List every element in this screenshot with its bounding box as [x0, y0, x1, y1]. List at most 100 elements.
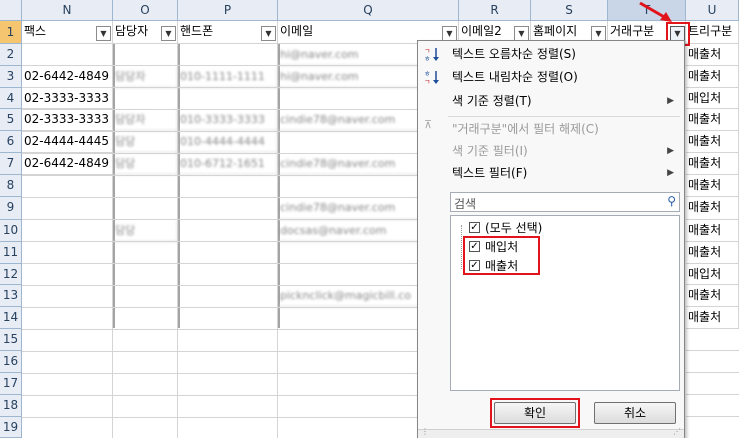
- tree-type-value: 매출처: [688, 47, 722, 61]
- tree-type-value: 매출처: [688, 178, 722, 192]
- row-header-4[interactable]: 4: [0, 88, 22, 109]
- row-header-6[interactable]: 6: [0, 131, 22, 153]
- row-header-1[interactable]: 1: [0, 21, 22, 44]
- table-cell[interactable]: 010-3333-3333: [178, 109, 278, 131]
- row-header-11[interactable]: 11: [0, 242, 22, 264]
- row-header-8[interactable]: 8: [0, 175, 22, 197]
- table-cell[interactable]: 02-3333-3333: [22, 88, 113, 109]
- list-item-select-all[interactable]: ✓ (모두 선택): [463, 219, 643, 237]
- mobile-value: 010-6712-1651: [180, 157, 265, 170]
- table-cell[interactable]: 매출처: [686, 242, 739, 264]
- header-label: 이메일2: [461, 24, 502, 38]
- table-cell[interactable]: 매출처: [686, 285, 739, 307]
- row-header-13[interactable]: 13: [0, 285, 22, 307]
- table-cell[interactable]: 담당: [113, 153, 178, 175]
- sort-ascending-icon: ㄱㅎ: [424, 46, 440, 63]
- row-header-9[interactable]: 9: [0, 197, 22, 220]
- table-cell[interactable]: 02-6442-4849: [22, 66, 113, 88]
- table-cell[interactable]: 담당: [113, 220, 178, 242]
- header-label: 담당자: [115, 24, 149, 38]
- menu-item-sort-by-color[interactable]: 색 기준 정렬(T) ▶: [418, 90, 684, 112]
- table-cell[interactable]: 02-6442-4849: [22, 153, 113, 175]
- filter-dropdown-r-icon[interactable]: ▼: [514, 26, 529, 41]
- table-cell[interactable]: 담당자: [113, 109, 178, 131]
- table-cell[interactable]: 매입처: [686, 264, 739, 285]
- table-cell[interactable]: 02-4444-4445: [22, 131, 113, 153]
- row-header-14[interactable]: 14: [0, 307, 22, 329]
- filter-dropdown-p-icon[interactable]: ▼: [261, 26, 276, 41]
- table-cell[interactable]: 02-3333-3333: [22, 109, 113, 131]
- row-header-3[interactable]: 3: [0, 66, 22, 88]
- table-cell[interactable]: 010-1111-1111: [178, 66, 278, 88]
- contact-value: 담당: [115, 224, 136, 237]
- header-label: 이메일: [280, 24, 314, 38]
- column-header-s[interactable]: S: [531, 0, 608, 21]
- row-header-5[interactable]: 5: [0, 109, 22, 131]
- mobile-value: 010-1111-1111: [180, 70, 265, 83]
- table-cell[interactable]: 매출처: [686, 175, 739, 197]
- menu-item-filter-by-color[interactable]: 색 기준 필터(I) ▶: [418, 140, 684, 162]
- row-header-2[interactable]: 2: [0, 44, 22, 66]
- fax-value: 02-6442-4849: [24, 156, 110, 170]
- table-cell[interactable]: 매입처: [686, 88, 739, 109]
- resize-grip[interactable]: ⋮ ⋰: [418, 427, 684, 438]
- checkbox-select-all[interactable]: ✓: [469, 222, 480, 233]
- header-cell-tree-type[interactable]: 트리구분: [686, 21, 739, 44]
- column-header-o[interactable]: O: [113, 0, 178, 21]
- row-header-15[interactable]: 15: [0, 329, 22, 351]
- menu-item-clear-filter[interactable]: ⊼ "거래구분"에서 필터 해제(C): [418, 118, 684, 140]
- select-all-corner[interactable]: [0, 0, 22, 21]
- email-value: docsas@naver.com: [280, 224, 387, 237]
- tree-type-value: 매출처: [688, 134, 722, 148]
- row-header-7[interactable]: 7: [0, 153, 22, 175]
- table-cell[interactable]: 매출처: [686, 66, 739, 88]
- table-cell[interactable]: 매출처: [686, 197, 739, 220]
- menu-item-sort-asc[interactable]: ㄱㅎ 텍스트 오름차순 정렬(S): [418, 43, 684, 65]
- filter-dropdown-n-icon[interactable]: ▼: [96, 26, 111, 41]
- menu-item-label: 텍스트 내림차순 정렬(O): [452, 70, 578, 84]
- table-cell[interactable]: 담당: [113, 131, 178, 153]
- contact-value: 담당자: [115, 70, 146, 83]
- row-header-16[interactable]: 16: [0, 351, 22, 373]
- table-cell[interactable]: 매출처: [686, 44, 739, 66]
- tree-type-value: 매입처: [688, 267, 722, 281]
- filter-dropdown-q-icon[interactable]: ▼: [442, 26, 457, 41]
- row-header-12[interactable]: 12: [0, 264, 22, 285]
- column-header-r[interactable]: R: [459, 0, 531, 21]
- row-header-10[interactable]: 10: [0, 220, 22, 242]
- table-cell[interactable]: 매출처: [686, 220, 739, 242]
- table-cell[interactable]: 담당자: [113, 66, 178, 88]
- table-cell[interactable]: 매출처: [686, 153, 739, 175]
- email-value: cindie78@naver.com: [280, 157, 396, 170]
- cancel-button[interactable]: 취소: [594, 402, 676, 424]
- table-cell[interactable]: 010-6712-1651: [178, 153, 278, 175]
- row-header-17[interactable]: 17: [0, 373, 22, 395]
- table-cell[interactable]: 매출처: [686, 109, 739, 131]
- header-label: 팩스: [24, 24, 47, 38]
- column-header-n[interactable]: N: [22, 0, 113, 21]
- column-header-p[interactable]: P: [178, 0, 278, 21]
- filter-search-input[interactable]: 검색 ⚲: [450, 192, 680, 212]
- fax-value: 02-3333-3333: [24, 112, 110, 126]
- row-header-19[interactable]: 19: [0, 417, 22, 438]
- table-cell[interactable]: 매출처: [686, 307, 739, 329]
- filter-dropdown-o-icon[interactable]: ▼: [161, 26, 176, 41]
- header-label: 핸드폰: [180, 24, 214, 38]
- table-cell[interactable]: 매출처: [686, 131, 739, 153]
- menu-item-sort-desc[interactable]: ㅎㄱ 텍스트 내림차순 정렬(O): [418, 66, 684, 88]
- fax-value: 02-3333-3333: [24, 91, 110, 105]
- menu-item-text-filter[interactable]: 텍스트 필터(F) ▶: [418, 162, 684, 184]
- row-header-18[interactable]: 18: [0, 395, 22, 417]
- column-header-q[interactable]: Q: [278, 0, 459, 21]
- tree-type-value: 매출처: [688, 112, 722, 126]
- menu-item-label: 텍스트 필터(F): [452, 166, 528, 180]
- submenu-arrow-icon: ▶: [667, 168, 674, 178]
- table-cell[interactable]: 010-4444-4444: [178, 131, 278, 153]
- tree-type-value: 매입처: [688, 91, 722, 105]
- filter-dropdown-s-icon[interactable]: ▼: [591, 26, 606, 41]
- tree-type-value: 매출처: [688, 156, 722, 170]
- column-header-u[interactable]: U: [686, 0, 739, 21]
- email-value: cindie78@naver.com: [280, 113, 396, 126]
- contact-value: 담당: [115, 135, 136, 148]
- grip-dots-icon: ⋰: [673, 427, 681, 436]
